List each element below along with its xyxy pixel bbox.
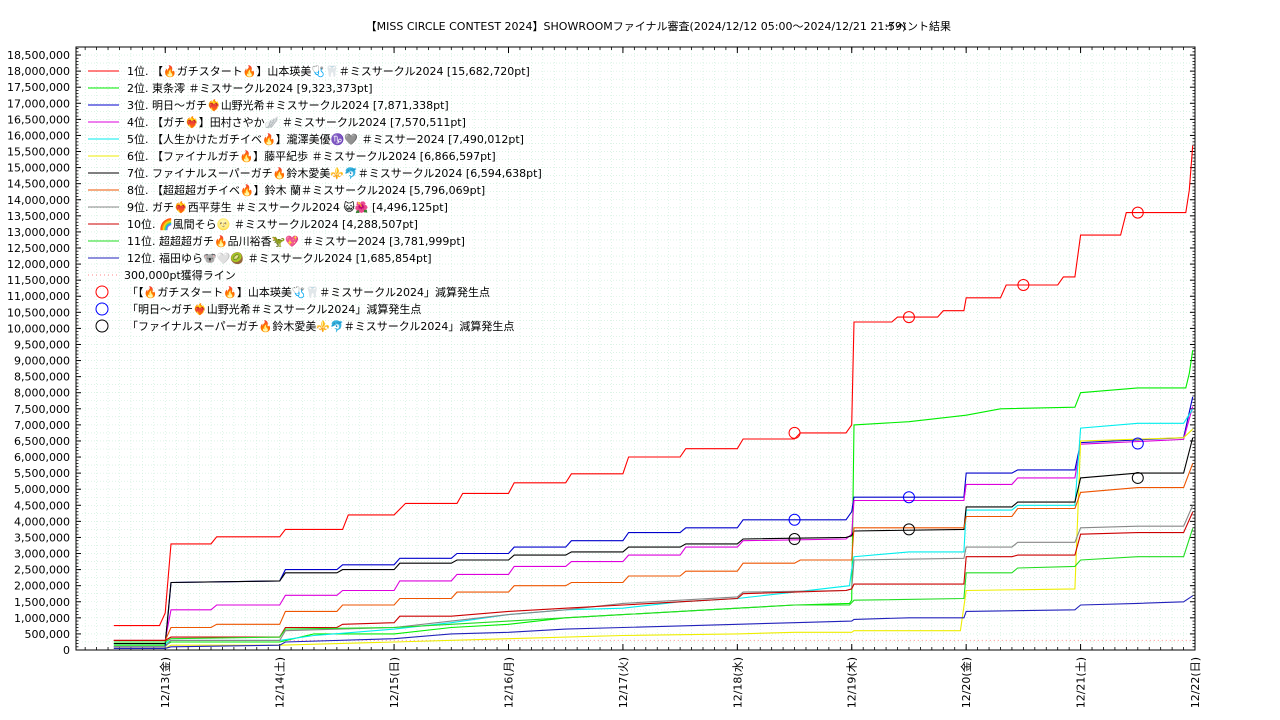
y-tick-label: 7,500,000 — [14, 403, 70, 416]
y-tick-label: 15,500,000 — [7, 146, 70, 159]
x-axis: 12/13(金) 12/14(土) 12/15(日) 12/16(月) 12/17(火)… — [84, 47, 1202, 708]
series-line-2 — [113, 350, 1194, 646]
y-tick-label: 9,000,000 — [14, 355, 70, 368]
y-tick-label: 18,000,000 — [7, 65, 70, 78]
legend-label: 300,000pt獲得ライン — [124, 269, 236, 282]
legend-label: 「ファイナルスーパーガチ🔥鈴木愛美⚜️🐬＃ミスサークル2024」減算発生点 — [127, 319, 514, 333]
legend-label: 2位. 東条澪 ＃ミスサークル2024 [9,323,373pt] — [127, 81, 373, 95]
legend-label: 1位. 【🔥ガチスタート🔥】山本瑛美🩺🦷＃ミスサークル2024 [15,682,… — [127, 64, 530, 78]
y-tick-label: 6,000,000 — [14, 451, 70, 464]
y-tick-label: 2,000,000 — [14, 580, 70, 593]
y-tick-label: 500,000 — [25, 628, 71, 641]
x-tick-label: 12/19(木) — [846, 657, 859, 708]
line-chart: 【MISS CIRCLE CONTEST 2024】SHOWROOMファイナル審… — [7, 19, 1202, 708]
y-tick-label: 10,500,000 — [7, 306, 70, 319]
y-tick-label: 7,000,000 — [14, 419, 70, 432]
y-tick-label: 11,500,000 — [7, 274, 70, 287]
y-tick-label: 16,500,000 — [7, 113, 70, 126]
legend-label: 12位. 福田ゆら🐨🤍🥝 ＃ミスサークル2024 [1,685,854pt] — [127, 251, 432, 265]
y-tick-label: 13,000,000 — [7, 226, 70, 239]
legend-marker — [95, 319, 109, 333]
y-tick-label: 12,000,000 — [7, 258, 70, 271]
y-tick-label: 12,500,000 — [7, 242, 70, 255]
x-tick-label: 12/17(火) — [617, 657, 630, 708]
y-tick-label: 18,500,000 — [7, 49, 70, 62]
legend-label: 5位. 【人生かけたガチイベ🔥】瀧澤美優♑️🩶 ＃ミスサー2024 [7,490… — [127, 132, 524, 146]
legend-marker — [95, 285, 109, 299]
y-tick-label: 4,500,000 — [14, 499, 70, 512]
x-tick-label: 12/13(金) — [158, 657, 172, 708]
legend-marker — [95, 302, 109, 316]
y-tick-label: 2,500,000 — [14, 564, 70, 577]
y-tick-label: 14,000,000 — [7, 194, 70, 207]
y-tick-label: 3,500,000 — [14, 531, 70, 544]
y-tick-label: 5,000,000 — [14, 483, 70, 496]
y-tick-label: 4,000,000 — [14, 515, 70, 528]
y-tick-label: 11,000,000 — [7, 290, 70, 303]
y-tick-label: 5,500,000 — [14, 467, 70, 480]
legend-label: 8位. 【超超超ガチイベ🔥】鈴木 蘭＃ミスサークル2024 [5,796,069… — [127, 183, 485, 197]
y-tick-label: 17,500,000 — [7, 81, 70, 94]
y-tick-label: 17,000,000 — [7, 97, 70, 110]
series-line-3 — [113, 396, 1194, 648]
x-tick-label: 12/22(日) — [1189, 657, 1202, 708]
y-tick-label: 1,000,000 — [14, 612, 70, 625]
y-tick-label: 8,500,000 — [14, 371, 70, 384]
chart-subtitle: イベント結果 — [885, 19, 951, 33]
legend-label: 6位. 【ファイナルガチ🔥】藤平紀歩 ＃ミスサークル2024 [6,866,59… — [127, 149, 496, 163]
deduction-marker-3 — [1131, 471, 1144, 484]
legend-label: 「明日〜ガチ❤️‍🔥山野光希＃ミスサークル2024」減算発生点 — [127, 302, 421, 316]
y-tick-label: 16,000,000 — [7, 129, 70, 142]
legend: 1位. 【🔥ガチスタート🔥】山本瑛美🩺🦷＃ミスサークル2024 [15,682,… — [88, 64, 542, 333]
y-tick-label: 14,500,000 — [7, 178, 70, 191]
y-tick-label: 13,500,000 — [7, 210, 70, 223]
legend-label: 10位. 🌈風間そら🌝 ＃ミスサークル2024 [4,288,507pt] — [127, 217, 418, 231]
x-tick-label: 12/16(月) — [502, 657, 515, 708]
series-line-5 — [113, 408, 1194, 645]
y-tick-label: 9,500,000 — [14, 338, 70, 351]
legend-label: 4位. 【ガチ❤️‍🔥】田村さやか🪽 ＃ミスサークル2024 [7,570,51… — [127, 115, 466, 129]
legend-label: 3位. 明日〜ガチ❤️‍🔥山野光希＃ミスサークル2024 [7,871,338p… — [127, 98, 449, 112]
x-tick-label: 12/14(土) — [274, 657, 287, 708]
legend-label: 11位. 超超超ガチ🔥品川裕香🦖💖 ＃ミスサー2024 [3,781,999pt… — [127, 234, 465, 248]
y-tick-label: 8,000,000 — [14, 387, 70, 400]
x-tick-label: 12/20(金) — [959, 657, 973, 708]
legend-label: 7位. ファイナルスーパーガチ🔥鈴木愛美⚜️🐬＃ミスサークル2024 [6,59… — [127, 166, 542, 180]
x-tick-label: 12/15(日) — [388, 657, 401, 708]
chart-title: 【MISS CIRCLE CONTEST 2024】SHOWROOMファイナル審… — [366, 19, 907, 33]
x-tick-label: 12/21(土) — [1075, 657, 1088, 708]
legend-label: 9位. ガチ❤️‍🔥西平芽生 ＃ミスサークル2024 😺🌺 [4,496,125… — [127, 200, 448, 214]
x-tick-label: 12/18(水) — [731, 657, 744, 708]
series-line-6 — [113, 428, 1194, 649]
y-tick-label: 0 — [63, 644, 70, 657]
y-tick-label: 6,500,000 — [14, 435, 70, 448]
y-tick-label: 1,500,000 — [14, 596, 70, 609]
y-tick-label: 3,000,000 — [14, 548, 70, 561]
series-line-8 — [113, 463, 1194, 641]
y-tick-label: 10,000,000 — [7, 322, 70, 335]
y-tick-label: 15,000,000 — [7, 162, 70, 175]
legend-label: 「【🔥ガチスタート🔥】山本瑛美🩺🦷＃ミスサークル2024」減算発生点 — [127, 285, 490, 299]
